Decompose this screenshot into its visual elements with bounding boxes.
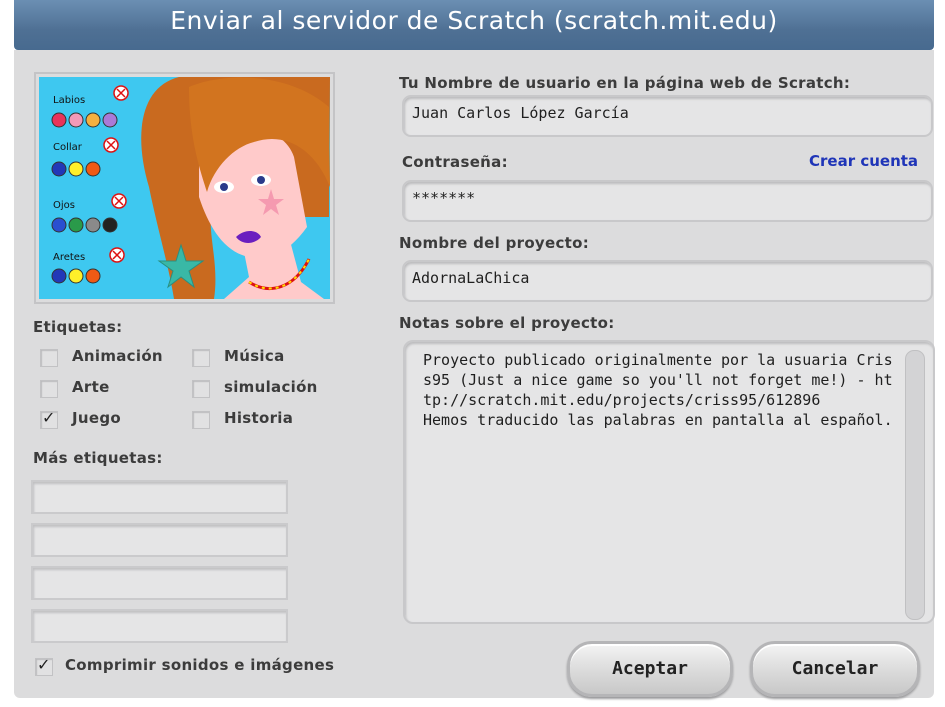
more-tags-field-1[interactable] xyxy=(31,480,288,514)
svg-text:Aretes: Aretes xyxy=(53,252,85,263)
create-account-link[interactable]: Crear cuenta xyxy=(809,152,918,170)
tag-juego-label: Juego xyxy=(72,409,121,427)
tag-arte-checkbox[interactable] xyxy=(40,380,58,398)
tag-simulacion-checkbox[interactable] xyxy=(192,380,210,398)
title-bar: Enviar al servidor de Scratch (scratch.m… xyxy=(14,0,934,50)
tag-musica-label: Música xyxy=(224,347,285,365)
project-name-value: AdornaLaChica xyxy=(412,269,530,287)
tag-arte-label: Arte xyxy=(72,378,110,396)
username-label: Tu Nombre de usuario en la página web de… xyxy=(399,74,851,92)
more-tags-field-4[interactable] xyxy=(31,609,288,643)
project-thumbnail: Labios Collar Ojos Aretes xyxy=(34,72,335,304)
more-tags-label: Más etiquetas: xyxy=(33,449,163,467)
svg-text:Collar: Collar xyxy=(53,142,83,153)
more-tags-field-2[interactable] xyxy=(31,523,288,557)
notes-value: Proyecto publicado originalmente por la … xyxy=(423,351,893,429)
tag-animacion-label: Animación xyxy=(72,347,163,365)
password-label: Contraseña: xyxy=(402,153,508,171)
upload-dialog: Enviar al servidor de Scratch (scratch.m… xyxy=(0,0,945,707)
notes-scrollbar[interactable] xyxy=(905,350,925,620)
svg-text:Labios: Labios xyxy=(53,95,85,106)
tag-musica-checkbox[interactable] xyxy=(192,349,210,367)
dialog-title: Enviar al servidor de Scratch (scratch.m… xyxy=(170,6,778,35)
cancel-button[interactable]: Cancelar xyxy=(750,641,920,697)
tag-animacion-checkbox[interactable] xyxy=(40,349,58,367)
tags-label: Etiquetas: xyxy=(33,318,123,336)
notes-label: Notas sobre el proyecto: xyxy=(399,314,615,332)
tag-historia-label: Historia xyxy=(224,409,294,427)
svg-text:Ojos: Ojos xyxy=(53,200,75,211)
thumbnail-image: Labios Collar Ojos Aretes xyxy=(39,77,330,299)
notes-textarea[interactable]: Proyecto publicado originalmente por la … xyxy=(403,340,935,624)
checkmark-icon: ✓ xyxy=(42,408,56,427)
username-value: Juan Carlos López García xyxy=(412,104,629,122)
password-value: ******* xyxy=(412,189,476,207)
username-field[interactable]: Juan Carlos López García xyxy=(402,95,933,137)
tag-juego-checkbox[interactable]: ✓ xyxy=(40,408,58,429)
compress-label: Comprimir sonidos e imágenes xyxy=(65,656,335,674)
tag-historia-checkbox[interactable] xyxy=(192,411,210,429)
project-name-field[interactable]: AdornaLaChica xyxy=(402,260,933,302)
password-field[interactable]: ******* xyxy=(402,180,933,222)
compress-checkbox[interactable]: ✓ xyxy=(35,655,53,676)
tag-simulacion-label: simulación xyxy=(224,378,318,396)
more-tags-field-3[interactable] xyxy=(31,566,288,600)
ok-button[interactable]: Aceptar xyxy=(567,641,733,697)
project-name-label: Nombre del proyecto: xyxy=(399,234,590,252)
checkmark-icon: ✓ xyxy=(37,655,51,674)
